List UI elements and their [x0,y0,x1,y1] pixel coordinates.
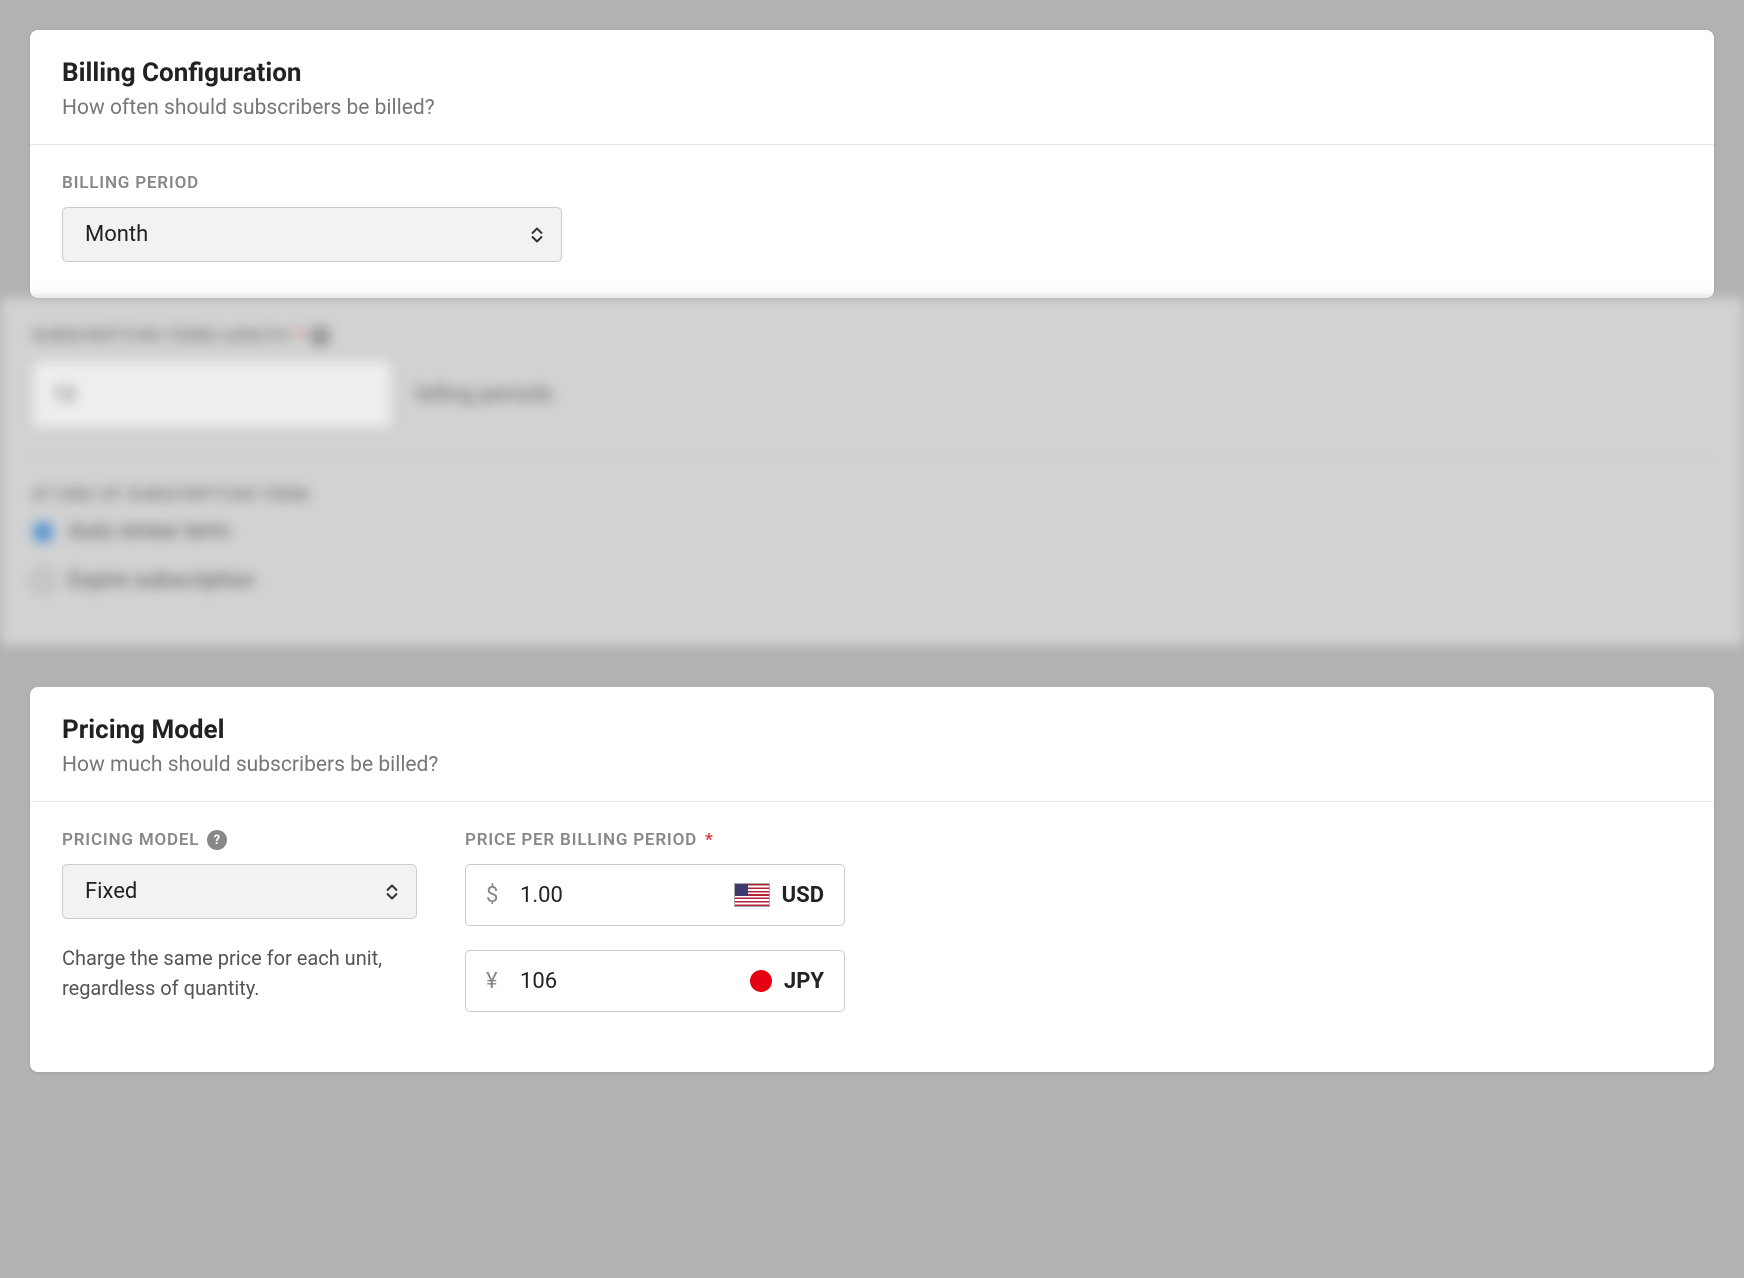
currency-code: USD [782,883,824,908]
radio-expire[interactable]: Expire subscription [32,568,1712,593]
required-asterisk: * [295,326,304,346]
price-input-jpy[interactable]: ¥ 106 JPY [465,950,845,1012]
currency-symbol: ¥ [486,969,504,994]
help-icon: ? [310,326,330,346]
pricing-model-card: Pricing Model How much should subscriber… [30,687,1714,1072]
flag-japan-icon [750,970,772,992]
end-of-term-label: AT END OF SUBSCRIPTION TERM [32,485,1712,505]
pricing-model-label: PRICING MODEL ? [62,830,417,850]
pricing-title: Pricing Model [62,715,1682,745]
currency-symbol: $ [486,883,504,908]
pricing-header: Pricing Model How much should subscriber… [30,687,1714,802]
price-per-period-label: PRICE PER BILLING PERIOD * [465,830,845,850]
required-asterisk: * [705,830,714,850]
billing-period-select[interactable]: Month [62,207,562,262]
billing-config-card: Billing Configuration How often should s… [30,30,1714,298]
term-suffix: billing periods [416,382,553,407]
billing-subtitle: How often should subscribers be billed? [62,96,1682,120]
currency-code: JPY [784,969,824,994]
pricing-body: PRICING MODEL ? Fixed Charge the same pr… [30,802,1714,1072]
price-value: 1.00 [520,883,718,908]
price-input-usd[interactable]: $ 1.00 USD [465,864,845,926]
chevron-sort-icon [531,227,543,242]
radio-checked-icon [32,521,54,543]
pricing-model-select[interactable]: Fixed [62,864,417,919]
billing-header: Billing Configuration How often should s… [30,30,1714,145]
chevron-sort-icon [386,884,398,899]
radio-auto-renew[interactable]: Auto renew term [32,519,1712,544]
pricing-model-value: Fixed [85,879,137,904]
billing-title: Billing Configuration [62,58,1682,88]
flag-usa-icon [734,883,770,907]
pricing-hint: Charge the same price for each unit, reg… [62,943,417,1003]
term-length-label: SUBSCRIPTION TERM LENGTH * ? [32,326,1712,346]
blurred-section: SUBSCRIPTION TERM LENGTH * ? 12 billing … [0,298,1744,645]
term-length-input[interactable]: 12 [32,360,392,428]
price-value: 106 [520,969,734,994]
radio-unchecked-icon [32,570,54,592]
billing-period-label: BILLING PERIOD [62,173,1682,193]
help-icon[interactable]: ? [207,830,227,850]
billing-body: BILLING PERIOD Month [30,145,1714,298]
billing-period-value: Month [85,222,148,247]
pricing-subtitle: How much should subscribers be billed? [62,753,1682,777]
